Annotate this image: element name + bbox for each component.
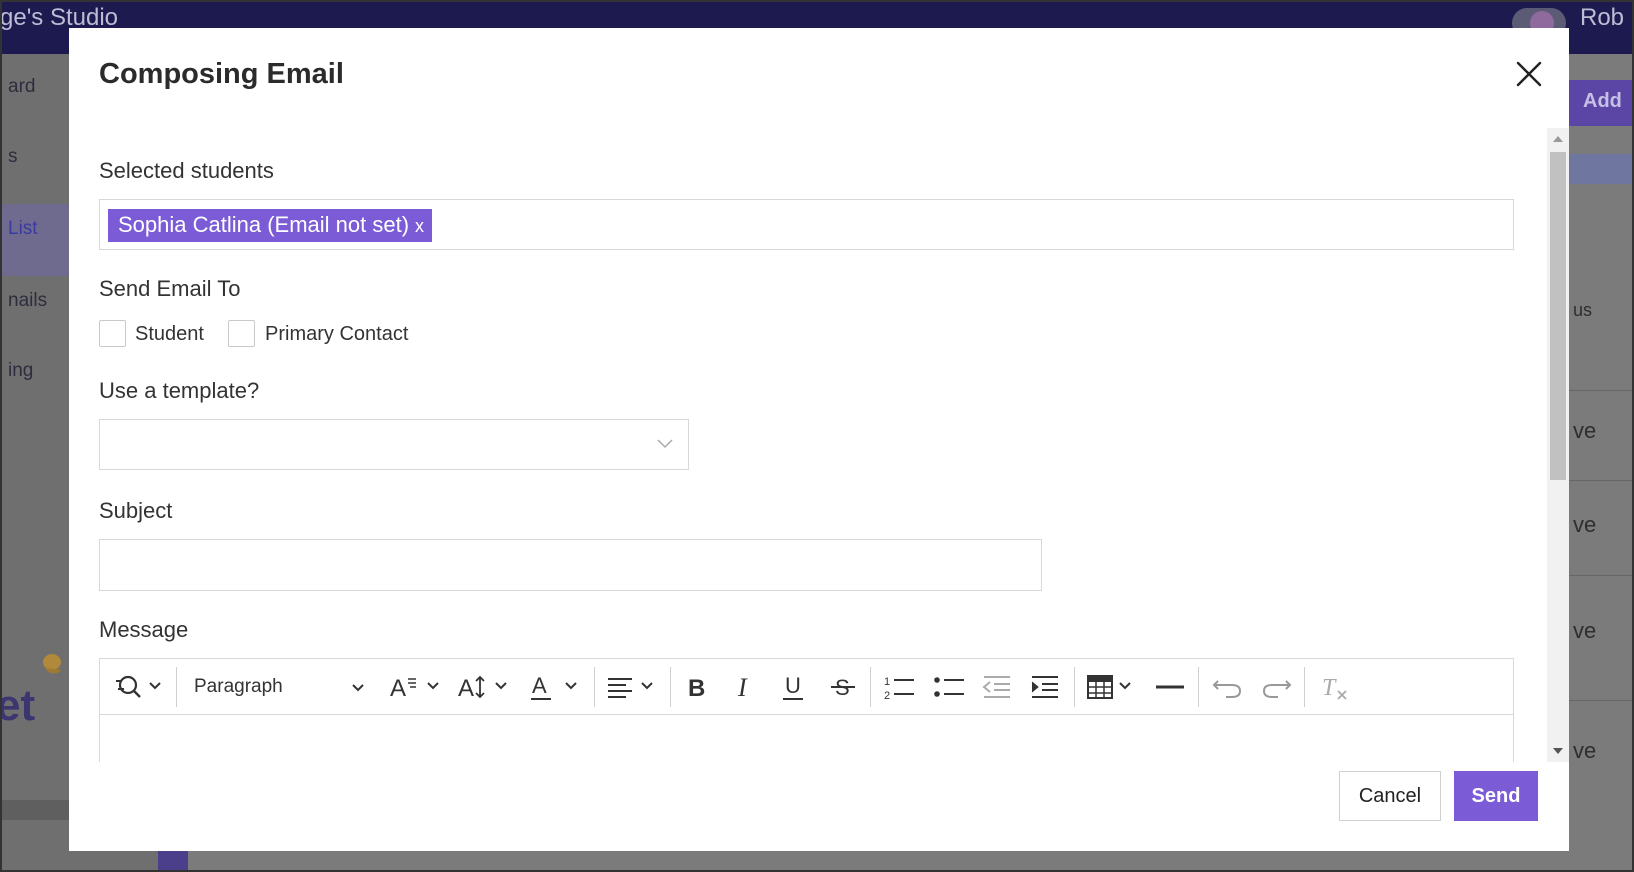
block-format-dropdown[interactable]: Paragraph <box>186 671 372 703</box>
svg-text:2: 2 <box>884 690 890 702</box>
svg-text:T: T <box>1322 675 1337 701</box>
scroll-up-icon[interactable] <box>1553 136 1563 142</box>
template-label: Use a template? <box>99 378 260 403</box>
cancel-button[interactable]: Cancel <box>1339 771 1441 821</box>
studio-logo: et <box>0 654 62 730</box>
undo-icon[interactable] <box>1208 671 1248 703</box>
redo-icon[interactable] <box>1256 671 1296 703</box>
sidebar-item-emails: nails <box>8 290 48 311</box>
message-editor[interactable]: Paragraph A A A B I U S 1 2 T <box>99 658 1514 762</box>
row-divider <box>1565 700 1634 701</box>
outdent-icon[interactable] <box>978 671 1018 703</box>
sidebar-item-list: List <box>8 218 38 239</box>
sidebar-active-highlight <box>0 204 70 276</box>
toolbar-separator <box>870 667 871 707</box>
table-cell: ve <box>1573 738 1597 763</box>
sidebar-item-students: s <box>8 146 18 167</box>
sidebar-item-dashboard: ard <box>8 76 36 97</box>
message-label: Message <box>99 617 189 642</box>
underline-icon[interactable]: U <box>776 671 812 703</box>
svg-text:1: 1 <box>884 676 890 688</box>
toolbar-separator <box>1074 667 1075 707</box>
student-checkbox-label: Student <box>135 323 204 345</box>
chevron-down-icon <box>352 684 364 692</box>
font-style-icon[interactable]: A <box>388 671 446 703</box>
user-name: Rob <box>1580 4 1625 31</box>
selected-students-field[interactable]: Sophia Catlina (Email not set) x <box>99 199 1514 250</box>
toolbar-separator <box>1198 667 1199 707</box>
table-icon[interactable] <box>1084 671 1144 703</box>
svg-text:A: A <box>458 675 474 702</box>
svg-text:A: A <box>532 673 547 698</box>
student-checkbox[interactable] <box>99 320 126 347</box>
row-divider <box>1565 575 1634 576</box>
horizontal-rule-icon[interactable] <box>1150 671 1190 703</box>
scroll-down-icon[interactable] <box>1553 748 1563 754</box>
svg-text:A: A <box>390 675 406 702</box>
modal-scrollbar[interactable] <box>1547 128 1569 762</box>
remove-tag-icon[interactable]: x <box>415 216 424 236</box>
subject-input[interactable] <box>99 539 1042 591</box>
toolbar-separator <box>670 667 671 707</box>
table-cell: ve <box>1573 418 1597 443</box>
send-to-label: Send Email To <box>99 276 241 301</box>
svg-text:B: B <box>688 675 705 702</box>
student-tag-label: Sophia Catlina (Email not set) <box>118 212 410 237</box>
add-button: Add <box>1565 80 1634 126</box>
background-scrollbar <box>0 800 70 820</box>
toolbar-separator <box>176 667 177 707</box>
table-cell: ve <box>1573 512 1597 537</box>
strikethrough-icon[interactable]: S <box>826 671 862 703</box>
primary-contact-checkbox-label: Primary Contact <box>265 323 409 345</box>
toolbar-separator <box>594 667 595 707</box>
student-tag: Sophia Catlina (Email not set) x <box>108 209 433 242</box>
svg-text:et: et <box>0 681 35 730</box>
font-size-icon[interactable]: A <box>456 671 516 703</box>
row-divider <box>1565 480 1634 481</box>
bold-icon[interactable]: B <box>680 671 716 703</box>
block-format-label: Paragraph <box>194 676 283 697</box>
clear-formatting-icon[interactable]: T <box>1314 671 1354 703</box>
modal-body[interactable]: Selected students Sophia Catlina (Email … <box>69 128 1547 762</box>
row-divider <box>1565 390 1634 391</box>
selected-students-label: Selected students <box>99 158 274 183</box>
primary-contact-checkbox[interactable] <box>228 320 255 347</box>
svg-text:U: U <box>785 673 801 698</box>
close-icon[interactable] <box>1511 56 1547 92</box>
editor-toolbar: Paragraph A A A B I U S 1 2 T <box>100 659 1513 715</box>
compose-email-modal: Composing Email Selected students Sophia… <box>69 28 1569 851</box>
table-header-strip <box>1565 154 1634 184</box>
chevron-down-icon <box>657 439 673 449</box>
find-replace-icon[interactable] <box>112 671 168 703</box>
align-icon[interactable] <box>604 671 664 703</box>
subject-label: Subject <box>99 498 173 523</box>
table-cell: us <box>1573 300 1593 320</box>
svg-text:I: I <box>737 673 748 702</box>
sidebar-item-billing: ing <box>8 360 34 381</box>
send-button[interactable]: Send <box>1454 771 1538 821</box>
bullet-list-icon[interactable] <box>930 671 970 703</box>
italic-icon[interactable]: I <box>728 671 764 703</box>
font-color-icon[interactable]: A <box>528 671 586 703</box>
numbered-list-icon[interactable]: 12 <box>880 671 920 703</box>
scrollbar-thumb[interactable] <box>1550 152 1566 480</box>
toolbar-separator <box>1304 667 1305 707</box>
table-cell: ve <box>1573 618 1597 643</box>
modal-title: Composing Email <box>99 58 344 90</box>
template-select[interactable] <box>99 419 689 470</box>
indent-icon[interactable] <box>1026 671 1066 703</box>
